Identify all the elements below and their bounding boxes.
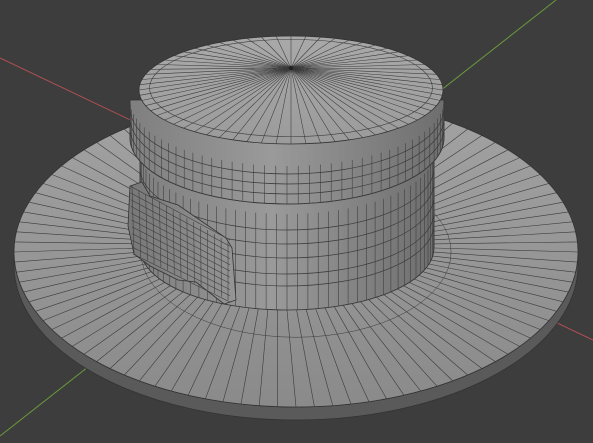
crown-top-pole [288, 65, 294, 71]
scene-canvas[interactable] [0, 0, 593, 443]
3d-viewport[interactable] [0, 0, 593, 443]
